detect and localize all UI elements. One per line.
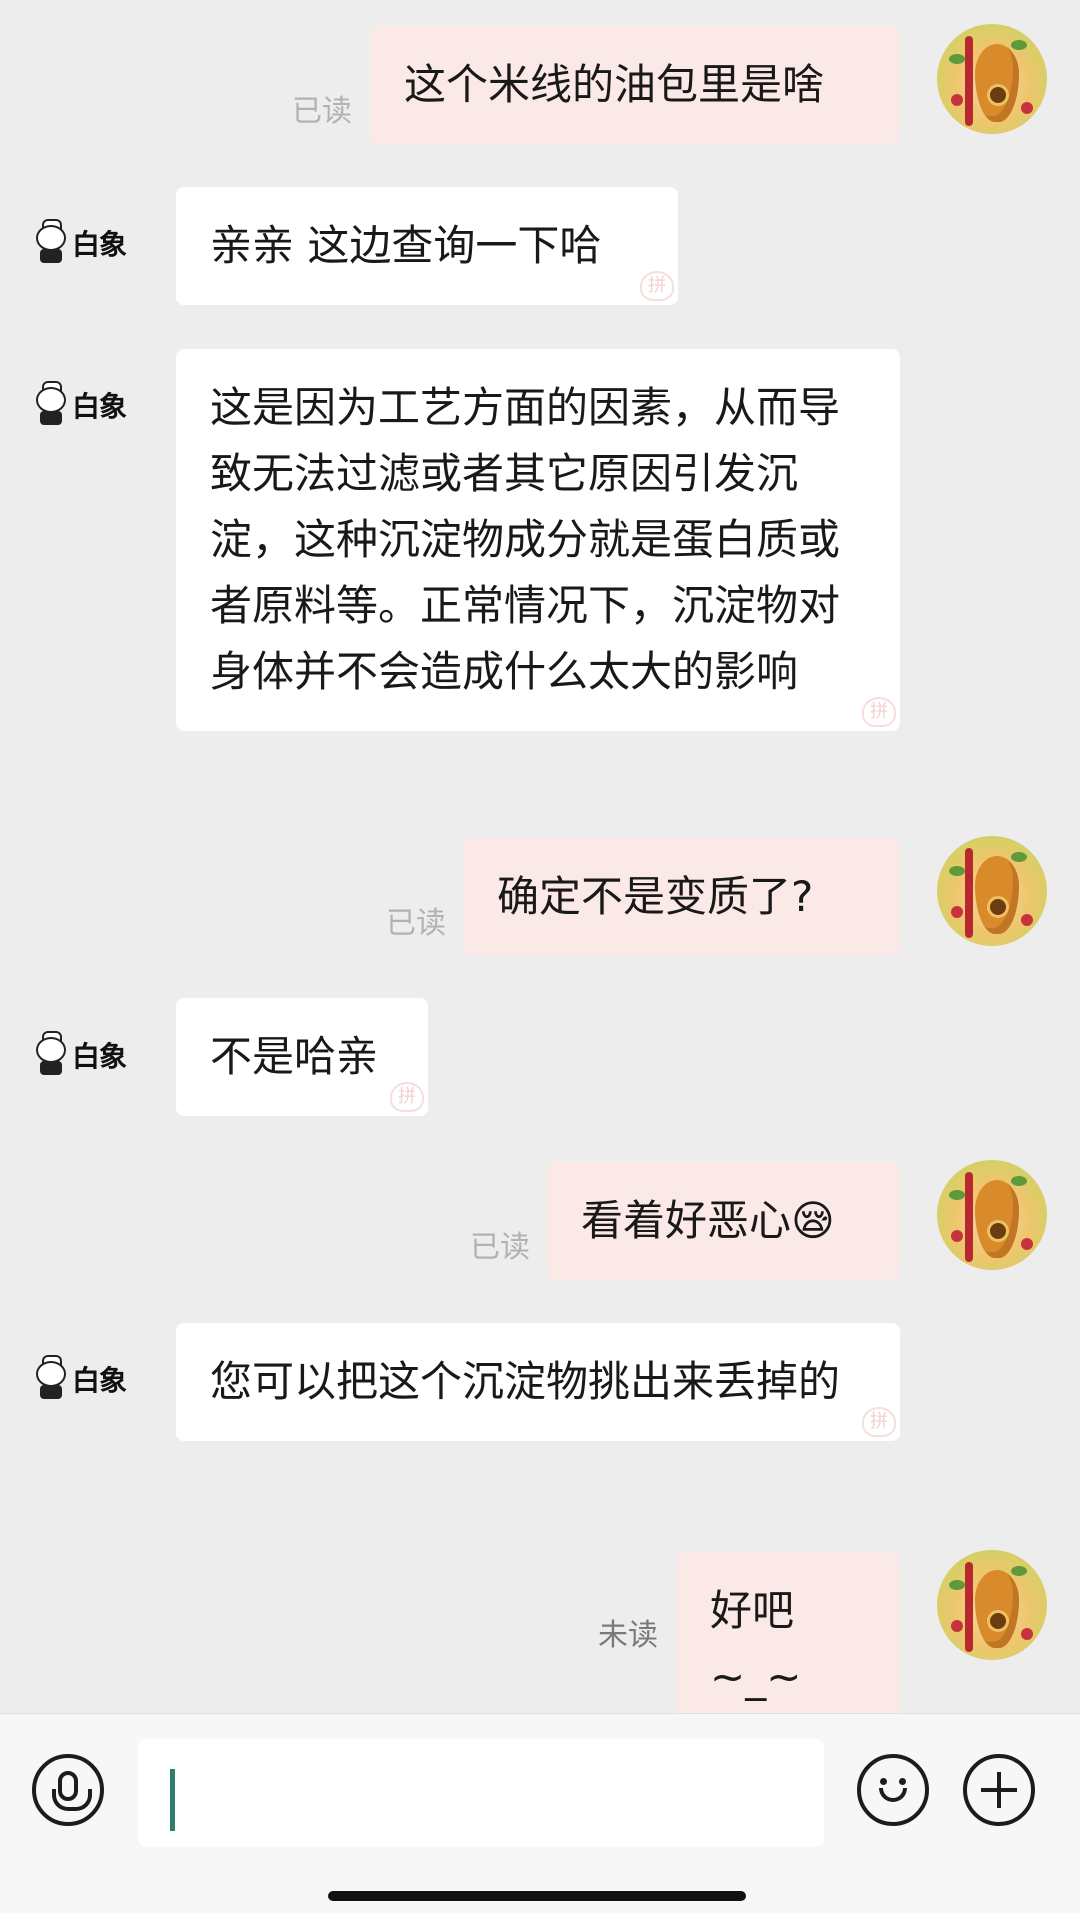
plus-icon (981, 1772, 1017, 1808)
elephant-chef-icon (34, 381, 70, 427)
merchant-brand: 白象 (72, 1040, 127, 1073)
message-text: 这是因为工艺方面的因素，从而导致无法过滤或者其它原因引发沉淀，这种沉淀物成分就是… (210, 383, 841, 696)
merchant-brand: 白象 (72, 390, 127, 423)
message-bubble-them[interactable]: 亲亲 这边查询一下哈 (176, 187, 678, 305)
merchant-avatar[interactable]: 白象 (34, 208, 144, 278)
read-receipt: 已读 (386, 906, 446, 941)
message-input[interactable] (138, 1739, 824, 1847)
read-receipt: 已读 (470, 1230, 530, 1265)
emoji-button[interactable] (857, 1754, 929, 1826)
message-bubble-me[interactable]: 好吧~_~ (676, 1552, 900, 1736)
message-text: 亲亲 这边查询一下哈 (210, 221, 602, 270)
message-text: 您可以把这个沉淀物挑出来丢掉的 (210, 1357, 841, 1406)
microphone-icon (52, 1771, 92, 1811)
message-bubble-me[interactable]: 看着好恶心😪 (547, 1162, 900, 1280)
input-toolbar (0, 1713, 1080, 1913)
stamp-icon (640, 271, 674, 301)
home-indicator[interactable] (328, 1891, 746, 1901)
my-avatar[interactable] (937, 1160, 1047, 1270)
merchant-avatar[interactable]: 白象 (34, 370, 144, 440)
elephant-chef-icon (34, 1031, 70, 1077)
voice-button[interactable] (32, 1754, 104, 1826)
elephant-chef-icon (34, 219, 70, 265)
my-avatar[interactable] (937, 1550, 1047, 1660)
elephant-chef-icon (34, 1355, 70, 1401)
message-bubble-me[interactable]: 确定不是变质了? (463, 838, 900, 956)
my-avatar[interactable] (937, 24, 1047, 134)
merchant-avatar[interactable]: 白象 (34, 1344, 144, 1414)
message-bubble-them[interactable]: 您可以把这个沉淀物挑出来丢掉的 (176, 1323, 900, 1441)
stamp-icon (390, 1082, 424, 1112)
stamp-icon (862, 697, 896, 727)
message-text: 不是哈亲 (210, 1032, 379, 1081)
merchant-brand: 白象 (72, 228, 127, 261)
smiley-icon (873, 1770, 913, 1810)
message-bubble-them[interactable]: 不是哈亲 (176, 998, 428, 1116)
merchant-avatar[interactable]: 白象 (34, 1020, 144, 1090)
merchant-brand: 白象 (72, 1364, 127, 1397)
unread-receipt: 未读 (598, 1618, 658, 1653)
more-button[interactable] (963, 1754, 1035, 1826)
text-caret (170, 1769, 175, 1831)
chat-area[interactable]: 已读 这个米线的油包里是啥 白象 亲亲 这边查询一下哈 白象 这是因为工艺方面的… (0, 0, 1080, 1736)
my-avatar[interactable] (937, 836, 1047, 946)
message-bubble-them[interactable]: 这是因为工艺方面的因素，从而导致无法过滤或者其它原因引发沉淀，这种沉淀物成分就是… (176, 349, 900, 731)
read-receipt: 已读 (292, 94, 352, 129)
stamp-icon (862, 1407, 896, 1437)
message-bubble-me[interactable]: 这个米线的油包里是啥 (370, 26, 900, 144)
